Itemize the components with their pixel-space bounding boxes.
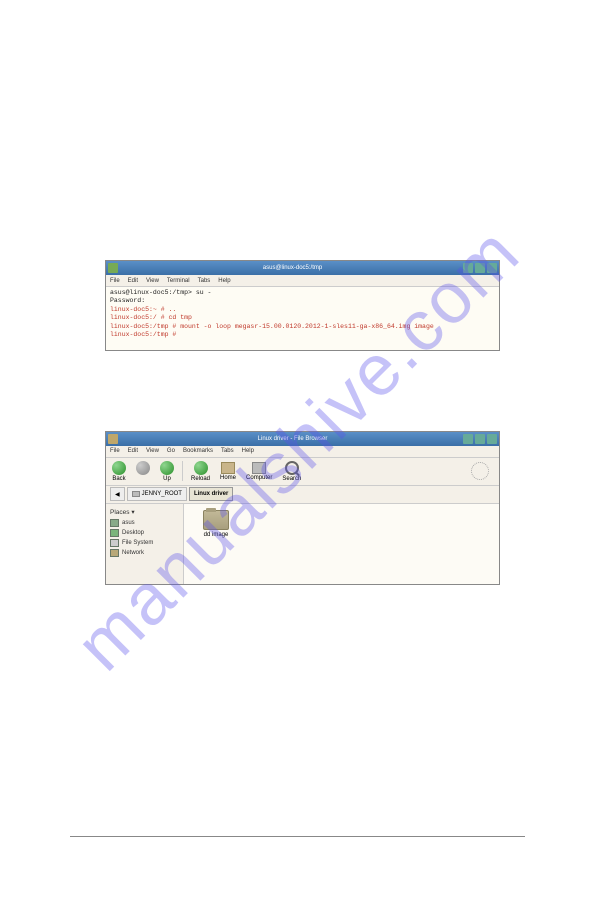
computer-button[interactable]: Computer	[244, 461, 274, 482]
file-browser-titlebar: Linux driver - File Browser	[106, 432, 499, 446]
network-icon	[110, 549, 119, 557]
path-back-button[interactable]: ◀	[110, 487, 125, 501]
close-icon[interactable]	[487, 263, 497, 273]
file-browser-main: Places ▾ asus Desktop File System Networ…	[106, 504, 499, 584]
sidebar-item-label: asus	[122, 520, 135, 526]
up-icon	[160, 461, 174, 475]
file-browser-title: Linux driver - File Browser	[122, 436, 463, 442]
file-browser-content[interactable]: dd image	[184, 504, 499, 584]
terminal-menubar: File Edit View Terminal Tabs Help	[106, 275, 499, 287]
terminal-titlebar: asus@linux-doc5:/tmp	[106, 261, 499, 275]
file-browser-toolbar: Back Up Reload Home	[106, 458, 499, 486]
menu-edit[interactable]: Edit	[128, 278, 138, 284]
maximize-icon[interactable]	[475, 263, 485, 273]
sidebar-item-desktop[interactable]: Desktop	[108, 528, 181, 538]
minimize-icon[interactable]	[463, 434, 473, 444]
menu-view[interactable]: View	[146, 448, 159, 454]
places-sidebar: Places ▾ asus Desktop File System Networ…	[106, 504, 184, 584]
folder-label: dd image	[204, 532, 229, 538]
menu-tabs[interactable]: Tabs	[221, 448, 234, 454]
menu-file[interactable]: File	[110, 448, 120, 454]
document-content: asus@linux-doc5:/tmp File Edit View Term…	[105, 260, 500, 585]
menu-terminal[interactable]: Terminal	[167, 278, 190, 284]
menu-help[interactable]: Help	[218, 278, 230, 284]
home-folder-icon	[110, 519, 119, 527]
sidebar-item-asus[interactable]: asus	[108, 518, 181, 528]
menu-go[interactable]: Go	[167, 448, 175, 454]
filesystem-icon	[110, 539, 119, 547]
file-browser-window: Linux driver - File Browser File Edit Vi…	[105, 431, 500, 585]
folder-icon	[203, 510, 229, 530]
menu-help[interactable]: Help	[242, 448, 254, 454]
forward-label	[142, 476, 144, 482]
window-controls	[463, 434, 497, 444]
terminal-line: Password:	[110, 297, 495, 305]
back-button[interactable]: Back	[110, 460, 128, 483]
terminal-line: linux-doc5:/tmp # mount -o loop megasr-1…	[110, 323, 495, 331]
terminal-line: linux-doc5:/ # cd tmp	[110, 314, 495, 322]
terminal-window: asus@linux-doc5:/tmp File Edit View Term…	[105, 260, 500, 351]
path-segment-root[interactable]: JENNY_ROOT	[127, 487, 187, 501]
path-root-label: JENNY_ROOT	[142, 491, 182, 497]
forward-button[interactable]	[134, 460, 152, 483]
maximize-icon[interactable]	[475, 434, 485, 444]
back-label: Back	[112, 476, 125, 482]
places-header[interactable]: Places ▾	[108, 506, 181, 518]
toolbar-divider	[182, 461, 183, 481]
minimize-icon[interactable]	[463, 263, 473, 273]
terminal-app-icon	[108, 263, 118, 273]
throbber-icon	[471, 462, 489, 480]
menu-bookmarks[interactable]: Bookmarks	[183, 448, 213, 454]
menu-tabs[interactable]: Tabs	[198, 278, 211, 284]
reload-label: Reload	[191, 476, 210, 482]
sidebar-item-label: File System	[122, 540, 153, 546]
computer-icon	[252, 462, 266, 474]
desktop-icon	[110, 529, 119, 537]
folder-app-icon	[108, 434, 118, 444]
home-icon	[221, 462, 235, 474]
home-label: Home	[220, 475, 236, 481]
terminal-line: asus@linux-doc5:/tmp> su -	[110, 289, 495, 297]
menu-edit[interactable]: Edit	[128, 448, 138, 454]
terminal-line: linux-doc5:~ # ..	[110, 306, 495, 314]
window-controls	[463, 263, 497, 273]
path-bar: ◀ JENNY_ROOT Linux driver	[106, 486, 499, 504]
computer-label: Computer	[246, 475, 272, 481]
up-label: Up	[163, 476, 171, 482]
reload-button[interactable]: Reload	[189, 460, 212, 483]
search-icon	[285, 461, 299, 475]
sidebar-item-label: Network	[122, 550, 144, 556]
sidebar-item-network[interactable]: Network	[108, 548, 181, 558]
terminal-output: asus@linux-doc5:/tmp> su - Password: lin…	[106, 287, 499, 350]
terminal-line: linux-doc5:/tmp #	[110, 331, 495, 339]
search-button[interactable]: Search	[280, 460, 303, 483]
drive-icon	[132, 491, 140, 497]
file-browser-menubar: File Edit View Go Bookmarks Tabs Help	[106, 446, 499, 458]
folder-dd-image[interactable]: dd image	[192, 510, 240, 538]
reload-icon	[194, 461, 208, 475]
sidebar-item-filesystem[interactable]: File System	[108, 538, 181, 548]
search-label: Search	[282, 476, 301, 482]
home-button[interactable]: Home	[218, 461, 238, 482]
up-button[interactable]: Up	[158, 460, 176, 483]
terminal-title: asus@linux-doc5:/tmp	[122, 265, 463, 271]
forward-icon	[136, 461, 150, 475]
menu-view[interactable]: View	[146, 278, 159, 284]
path-segment-current[interactable]: Linux driver	[189, 487, 233, 501]
close-icon[interactable]	[487, 434, 497, 444]
sidebar-item-label: Desktop	[122, 530, 144, 536]
page-footer-divider	[70, 836, 525, 837]
back-icon	[112, 461, 126, 475]
menu-file[interactable]: File	[110, 278, 120, 284]
